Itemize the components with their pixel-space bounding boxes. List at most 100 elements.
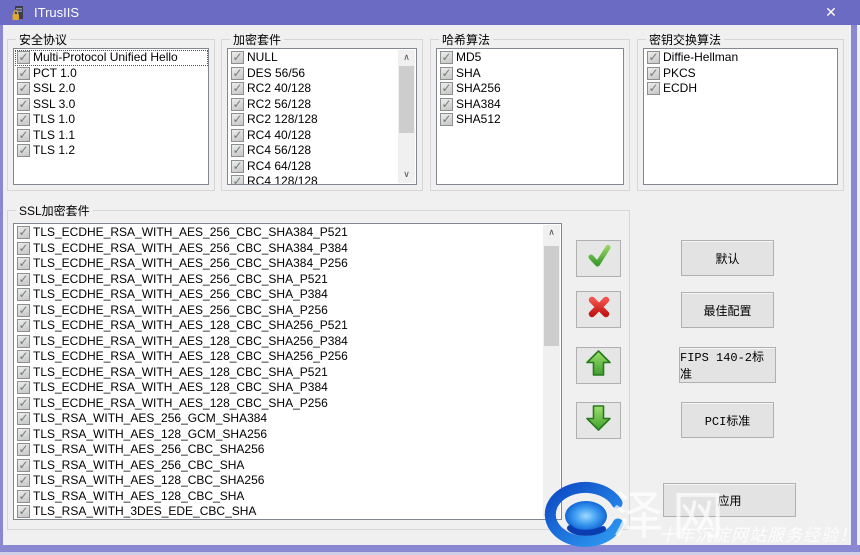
confirm-button[interactable] — [576, 240, 621, 277]
checkbox-icon[interactable]: ✓ — [17, 412, 30, 425]
checkbox-icon[interactable]: ✓ — [231, 160, 244, 173]
hash-algorithms-list[interactable]: ✓MD5✓SHA✓SHA256✓SHA384✓SHA512 — [436, 48, 624, 185]
scroll-up-icon[interactable]: ∧ — [398, 50, 415, 66]
checkbox-icon[interactable]: ✓ — [231, 82, 244, 95]
checkbox-list-item[interactable]: ✓TLS_ECDHE_RSA_WITH_AES_256_CBC_SHA384_P… — [15, 256, 561, 272]
checkbox-icon[interactable]: ✓ — [440, 67, 453, 80]
checkbox-list-item[interactable]: ✓TLS_RSA_WITH_AES_256_CBC_SHA — [15, 458, 561, 474]
move-down-button[interactable] — [576, 402, 621, 439]
checkbox-icon[interactable]: ✓ — [231, 175, 244, 185]
checkbox-list-item[interactable]: ✓Multi-Protocol Unified Hello — [15, 50, 208, 66]
move-up-button[interactable] — [576, 347, 621, 384]
checkbox-icon[interactable]: ✓ — [17, 82, 30, 95]
checkbox-icon[interactable]: ✓ — [17, 304, 30, 317]
checkbox-icon[interactable]: ✓ — [17, 335, 30, 348]
checkbox-icon[interactable]: ✓ — [17, 98, 30, 111]
checkbox-list-item[interactable]: ✓RC4 40/128 — [229, 128, 416, 144]
checkbox-list-item[interactable]: ✓TLS_RSA_WITH_3DES_EDE_CBC_SHA — [15, 504, 561, 520]
checkbox-icon[interactable]: ✓ — [17, 51, 30, 64]
best-config-button[interactable]: 最佳配置 — [681, 292, 774, 328]
checkbox-icon[interactable]: ✓ — [17, 381, 30, 394]
checkbox-list-item[interactable]: ✓PKCS — [645, 66, 837, 82]
checkbox-list-item[interactable]: ✓SHA512 — [438, 112, 623, 128]
checkbox-list-item[interactable]: ✓TLS_ECDHE_RSA_WITH_AES_128_CBC_SHA_P384 — [15, 380, 561, 396]
checkbox-list-item[interactable]: ✓TLS_RSA_WITH_AES_256_CBC_SHA256 — [15, 442, 561, 458]
checkbox-icon[interactable]: ✓ — [231, 98, 244, 111]
fips-standard-button[interactable]: FIPS 140-2标准 — [679, 347, 776, 383]
checkbox-icon[interactable]: ✓ — [17, 474, 30, 487]
checkbox-icon[interactable]: ✓ — [17, 428, 30, 441]
checkbox-list-item[interactable]: ✓RC2 56/128 — [229, 97, 416, 113]
checkbox-list-item[interactable]: ✓TLS 1.1 — [15, 128, 208, 144]
checkbox-icon[interactable]: ✓ — [17, 490, 30, 503]
scrollbar-thumb[interactable] — [544, 246, 559, 346]
checkbox-list-item[interactable]: ✓TLS 1.0 — [15, 112, 208, 128]
checkbox-list-item[interactable]: ✓TLS_ECDHE_RSA_WITH_AES_256_CBC_SHA384_P… — [15, 241, 561, 257]
checkbox-icon[interactable]: ✓ — [231, 67, 244, 80]
apply-button[interactable]: 应用 — [663, 483, 796, 517]
checkbox-icon[interactable]: ✓ — [231, 129, 244, 142]
cipher-suites-list[interactable]: ∧ ∨ ✓NULL✓DES 56/56✓RC2 40/128✓RC2 56/12… — [227, 48, 417, 185]
checkbox-icon[interactable]: ✓ — [231, 144, 244, 157]
checkbox-icon[interactable]: ✓ — [231, 113, 244, 126]
checkbox-list-item[interactable]: ✓RC4 64/128 — [229, 159, 416, 175]
checkbox-list-item[interactable]: ✓TLS_ECDHE_RSA_WITH_AES_128_CBC_SHA256_P… — [15, 334, 561, 350]
checkbox-icon[interactable]: ✓ — [17, 366, 30, 379]
checkbox-icon[interactable]: ✓ — [17, 397, 30, 410]
security-protocols-list[interactable]: ✓Multi-Protocol Unified Hello✓PCT 1.0✓SS… — [13, 48, 209, 185]
checkbox-icon[interactable]: ✓ — [647, 67, 660, 80]
checkbox-list-item[interactable]: ✓DES 56/56 — [229, 66, 416, 82]
checkbox-list-item[interactable]: ✓TLS_ECDHE_RSA_WITH_AES_128_CBC_SHA256_P… — [15, 318, 561, 334]
checkbox-icon[interactable]: ✓ — [17, 273, 30, 286]
checkbox-list-item[interactable]: ✓SSL 3.0 — [15, 97, 208, 113]
checkbox-list-item[interactable]: ✓Diffie-Hellman — [645, 50, 837, 66]
checkbox-icon[interactable]: ✓ — [17, 67, 30, 80]
checkbox-list-item[interactable]: ✓TLS_ECDHE_RSA_WITH_AES_128_CBC_SHA_P521 — [15, 365, 561, 381]
checkbox-list-item[interactable]: ✓MD5 — [438, 50, 623, 66]
checkbox-list-item[interactable]: ✓RC2 128/128 — [229, 112, 416, 128]
checkbox-list-item[interactable]: ✓TLS 1.2 — [15, 143, 208, 159]
checkbox-icon[interactable]: ✓ — [647, 51, 660, 64]
checkbox-list-item[interactable]: ✓TLS_ECDHE_RSA_WITH_AES_256_CBC_SHA_P521 — [15, 272, 561, 288]
checkbox-list-item[interactable]: ✓TLS_ECDHE_RSA_WITH_AES_256_CBC_SHA_P256 — [15, 303, 561, 319]
checkbox-icon[interactable]: ✓ — [231, 51, 244, 64]
checkbox-list-item[interactable]: ✓TLS_RSA_WITH_AES_128_GCM_SHA256 — [15, 427, 561, 443]
checkbox-icon[interactable]: ✓ — [440, 113, 453, 126]
ssl-cipher-suites-list[interactable]: ∧ ∨ ✓TLS_ECDHE_RSA_WITH_AES_256_CBC_SHA3… — [13, 223, 562, 520]
checkbox-icon[interactable]: ✓ — [440, 82, 453, 95]
checkbox-list-item[interactable]: ✓NULL — [229, 50, 416, 66]
checkbox-icon[interactable]: ✓ — [17, 350, 30, 363]
checkbox-list-item[interactable]: ✓TLS_ECDHE_RSA_WITH_AES_256_CBC_SHA_P384 — [15, 287, 561, 303]
checkbox-icon[interactable]: ✓ — [17, 226, 30, 239]
checkbox-list-item[interactable]: ✓TLS_RSA_WITH_AES_256_GCM_SHA384 — [15, 411, 561, 427]
checkbox-list-item[interactable]: ✓PCT 1.0 — [15, 66, 208, 82]
checkbox-icon[interactable]: ✓ — [17, 288, 30, 301]
checkbox-icon[interactable]: ✓ — [647, 82, 660, 95]
checkbox-icon[interactable]: ✓ — [17, 129, 30, 142]
checkbox-list-item[interactable]: ✓TLS_ECDHE_RSA_WITH_AES_128_CBC_SHA256_P… — [15, 349, 561, 365]
vertical-scrollbar[interactable]: ∧ ∨ — [543, 225, 560, 518]
default-button[interactable]: 默认 — [681, 240, 774, 276]
checkbox-list-item[interactable]: ✓ECDH — [645, 81, 837, 97]
remove-button[interactable] — [576, 291, 621, 328]
checkbox-icon[interactable]: ✓ — [17, 257, 30, 270]
close-button[interactable]: ✕ — [810, 0, 852, 25]
checkbox-icon[interactable]: ✓ — [17, 242, 30, 255]
scroll-down-icon[interactable]: ∨ — [398, 167, 415, 183]
scroll-up-icon[interactable]: ∧ — [543, 225, 560, 241]
checkbox-list-item[interactable]: ✓TLS_ECDHE_RSA_WITH_AES_128_CBC_SHA_P256 — [15, 396, 561, 412]
checkbox-list-item[interactable]: ✓TLS_RSA_WITH_AES_128_CBC_SHA — [15, 489, 561, 505]
checkbox-list-item[interactable]: ✓SSL 2.0 — [15, 81, 208, 97]
scrollbar-thumb[interactable] — [399, 66, 414, 133]
checkbox-list-item[interactable]: ✓RC4 128/128 — [229, 174, 416, 185]
checkbox-list-item[interactable]: ✓SHA256 — [438, 81, 623, 97]
vertical-scrollbar[interactable]: ∧ ∨ — [398, 50, 415, 183]
checkbox-list-item[interactable]: ✓RC2 40/128 — [229, 81, 416, 97]
checkbox-list-item[interactable]: ✓TLS_RSA_WITH_AES_128_CBC_SHA256 — [15, 473, 561, 489]
pci-standard-button[interactable]: PCI标准 — [681, 402, 774, 438]
checkbox-list-item[interactable]: ✓SHA — [438, 66, 623, 82]
checkbox-list-item[interactable]: ✓RC4 56/128 — [229, 143, 416, 159]
checkbox-icon[interactable]: ✓ — [440, 98, 453, 111]
scroll-down-icon[interactable]: ∨ — [543, 502, 560, 518]
key-exchange-list[interactable]: ✓Diffie-Hellman✓PKCS✓ECDH — [643, 48, 838, 185]
